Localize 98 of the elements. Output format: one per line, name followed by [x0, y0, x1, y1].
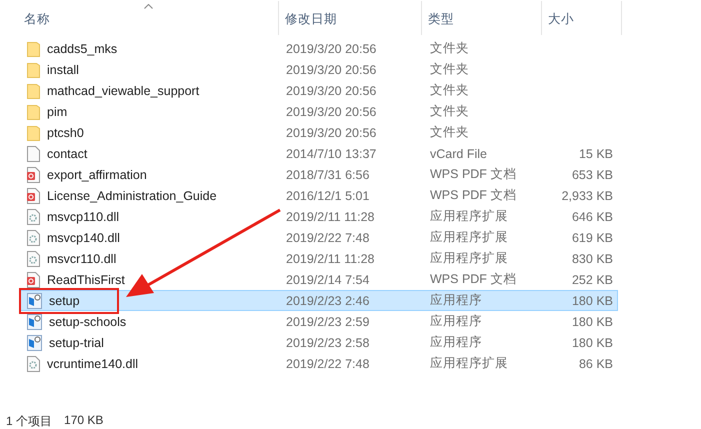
file-size: 180 KB [570, 314, 614, 328]
file-name: export_affirmation [47, 168, 147, 182]
installer-icon [27, 314, 42, 330]
file-size: 86 KB [578, 356, 614, 370]
modified-date: 2019/3/20 20:56 [286, 104, 378, 118]
sort-caret-icon [144, 4, 153, 9]
file-name: vcruntime140.dll [47, 356, 138, 370]
folder-icon [27, 62, 40, 78]
column-header[interactable]: 修改日期 [285, 12, 337, 26]
file-row[interactable]: contact 2014/7/10 13:37 vCard File 15 KB [20, 143, 618, 164]
file-name: mathcad_viewable_support [47, 84, 200, 98]
folder-icon [27, 124, 40, 140]
file-name: install [47, 62, 79, 76]
file-size: 830 KB [570, 252, 614, 266]
installer-icon [27, 334, 42, 350]
selection-size: 170 KB [64, 413, 104, 429]
file-row[interactable]: export_affirmation 2018/7/31 6:56 WPS PDF 文档 653 KB [20, 164, 618, 185]
gear-file-icon [27, 208, 40, 224]
modified-date: 2019/2/23 2:58 [286, 336, 370, 350]
column-header[interactable]: 名称 [24, 12, 50, 26]
file-type: 文件夹 [430, 82, 470, 99]
file-size: 619 KB [570, 230, 614, 244]
file-name: pim [47, 104, 68, 118]
file-name: setup-trial [49, 336, 104, 350]
modified-date: 2019/2/23 2:46 [286, 294, 370, 308]
file-name: ReadThisFirst [47, 272, 125, 286]
pdf-icon [27, 166, 40, 182]
column-header[interactable]: 类型 [428, 12, 454, 26]
file-row[interactable]: License_Administration_Guide 2016/12/1 5:01 WPS PDF 文档 2,933 KB [20, 185, 618, 206]
file-name: msvcp110.dll [47, 210, 120, 224]
modified-date: 2019/3/20 20:56 [286, 62, 378, 76]
file-type: 文件夹 [430, 103, 470, 120]
file-row[interactable]: setup-schools 2019/2/23 2:59 应用程序 180 KB [20, 311, 618, 332]
file-row[interactable]: msvcr110.dll 2019/2/11 11:28 应用程序扩展 830 KB [20, 248, 618, 269]
modified-date: 2019/3/20 20:56 [286, 42, 378, 56]
file-type: WPS PDF 文档 [430, 187, 518, 204]
file-row[interactable]: vcruntime140.dll 2019/2/22 7:48 应用程序扩展 86 KB [20, 353, 618, 374]
file-type: WPS PDF 文档 [430, 271, 518, 288]
file-type: 应用程序 [430, 334, 483, 351]
file-size: 180 KB [570, 294, 614, 308]
folder-icon [27, 82, 40, 98]
file-row[interactable]: install 2019/3/20 20:56 文件夹 [20, 59, 618, 80]
file-row[interactable]: setup 2019/2/23 2:46 应用程序 180 KB [20, 290, 618, 311]
file-size: 646 KB [570, 210, 614, 224]
file-row[interactable]: ReadThisFirst 2019/2/14 7:54 WPS PDF 文档 252 KB [20, 269, 618, 290]
file-type: 文件夹 [430, 61, 470, 78]
file-name: ptcsh0 [47, 126, 84, 140]
modified-date: 2019/2/11 11:28 [286, 210, 376, 224]
file-type: 应用程序扩展 [430, 250, 509, 267]
modified-date: 2014/7/10 13:37 [286, 146, 378, 160]
modified-date: 2019/3/20 20:56 [286, 84, 378, 98]
modified-date: 2019/2/11 11:28 [286, 252, 376, 266]
file-type: 文件夹 [430, 40, 470, 57]
file-type: 应用程序扩展 [430, 208, 509, 225]
file-row[interactable]: msvcp110.dll 2019/2/11 11:28 应用程序扩展 646 KB [20, 206, 618, 227]
file-type: 应用程序扩展 [430, 229, 509, 246]
column-header[interactable]: 大小 [548, 12, 574, 26]
modified-date: 2019/2/14 7:54 [286, 272, 370, 286]
installer-icon [27, 292, 42, 308]
file-name: msvcp140.dll [47, 230, 120, 244]
file-name: msvcr110.dll [47, 252, 116, 266]
folder-icon [27, 40, 40, 56]
file-row[interactable]: cadds5_mks 2019/3/20 20:56 文件夹 [20, 38, 618, 59]
gear-file-icon [27, 230, 40, 246]
gear-file-icon [27, 356, 40, 372]
file-name: setup [49, 294, 80, 308]
file-type: vCard File [430, 146, 488, 160]
file-row[interactable]: msvcp140.dll 2019/2/22 7:48 应用程序扩展 619 KB [20, 227, 618, 248]
file-type: 应用程序 [430, 292, 483, 309]
file-type: 文件夹 [430, 124, 470, 141]
modified-date: 2019/2/22 7:48 [286, 356, 370, 370]
file-row[interactable]: mathcad_viewable_support 2019/3/20 20:56 文件夹 [20, 80, 618, 101]
pdf-icon [27, 272, 40, 288]
file-size: 653 KB [570, 168, 614, 182]
file-size: 15 KB [578, 146, 614, 160]
modified-date: 2016/12/1 5:01 [286, 188, 370, 202]
file-name: contact [47, 146, 88, 160]
modified-date: 2019/2/23 2:59 [286, 314, 370, 328]
gear-file-icon [27, 250, 40, 266]
item-count: 1 个项目 [6, 413, 52, 429]
modified-date: 2018/7/31 6:56 [286, 168, 370, 182]
file-name: cadds5_mks [47, 42, 118, 56]
document-icon [27, 146, 40, 162]
pdf-icon [27, 188, 40, 204]
file-name: License_Administration_Guide [47, 188, 217, 202]
file-row[interactable]: setup-trial 2019/2/23 2:58 应用程序 180 KB [20, 332, 618, 353]
file-size: 180 KB [570, 336, 614, 350]
file-row[interactable]: pim 2019/3/20 20:56 文件夹 [20, 101, 618, 122]
file-size: 252 KB [570, 272, 614, 286]
file-row[interactable]: ptcsh0 2019/3/20 20:56 文件夹 [20, 122, 618, 143]
folder-icon [27, 104, 40, 120]
file-type: 应用程序 [430, 313, 483, 330]
file-size: 2,933 KB [560, 188, 614, 202]
modified-date: 2019/2/22 7:48 [286, 230, 370, 244]
file-type: WPS PDF 文档 [430, 166, 518, 183]
modified-date: 2019/3/20 20:56 [286, 126, 378, 140]
file-name: setup-schools [49, 314, 126, 328]
file-type: 应用程序扩展 [430, 355, 509, 372]
